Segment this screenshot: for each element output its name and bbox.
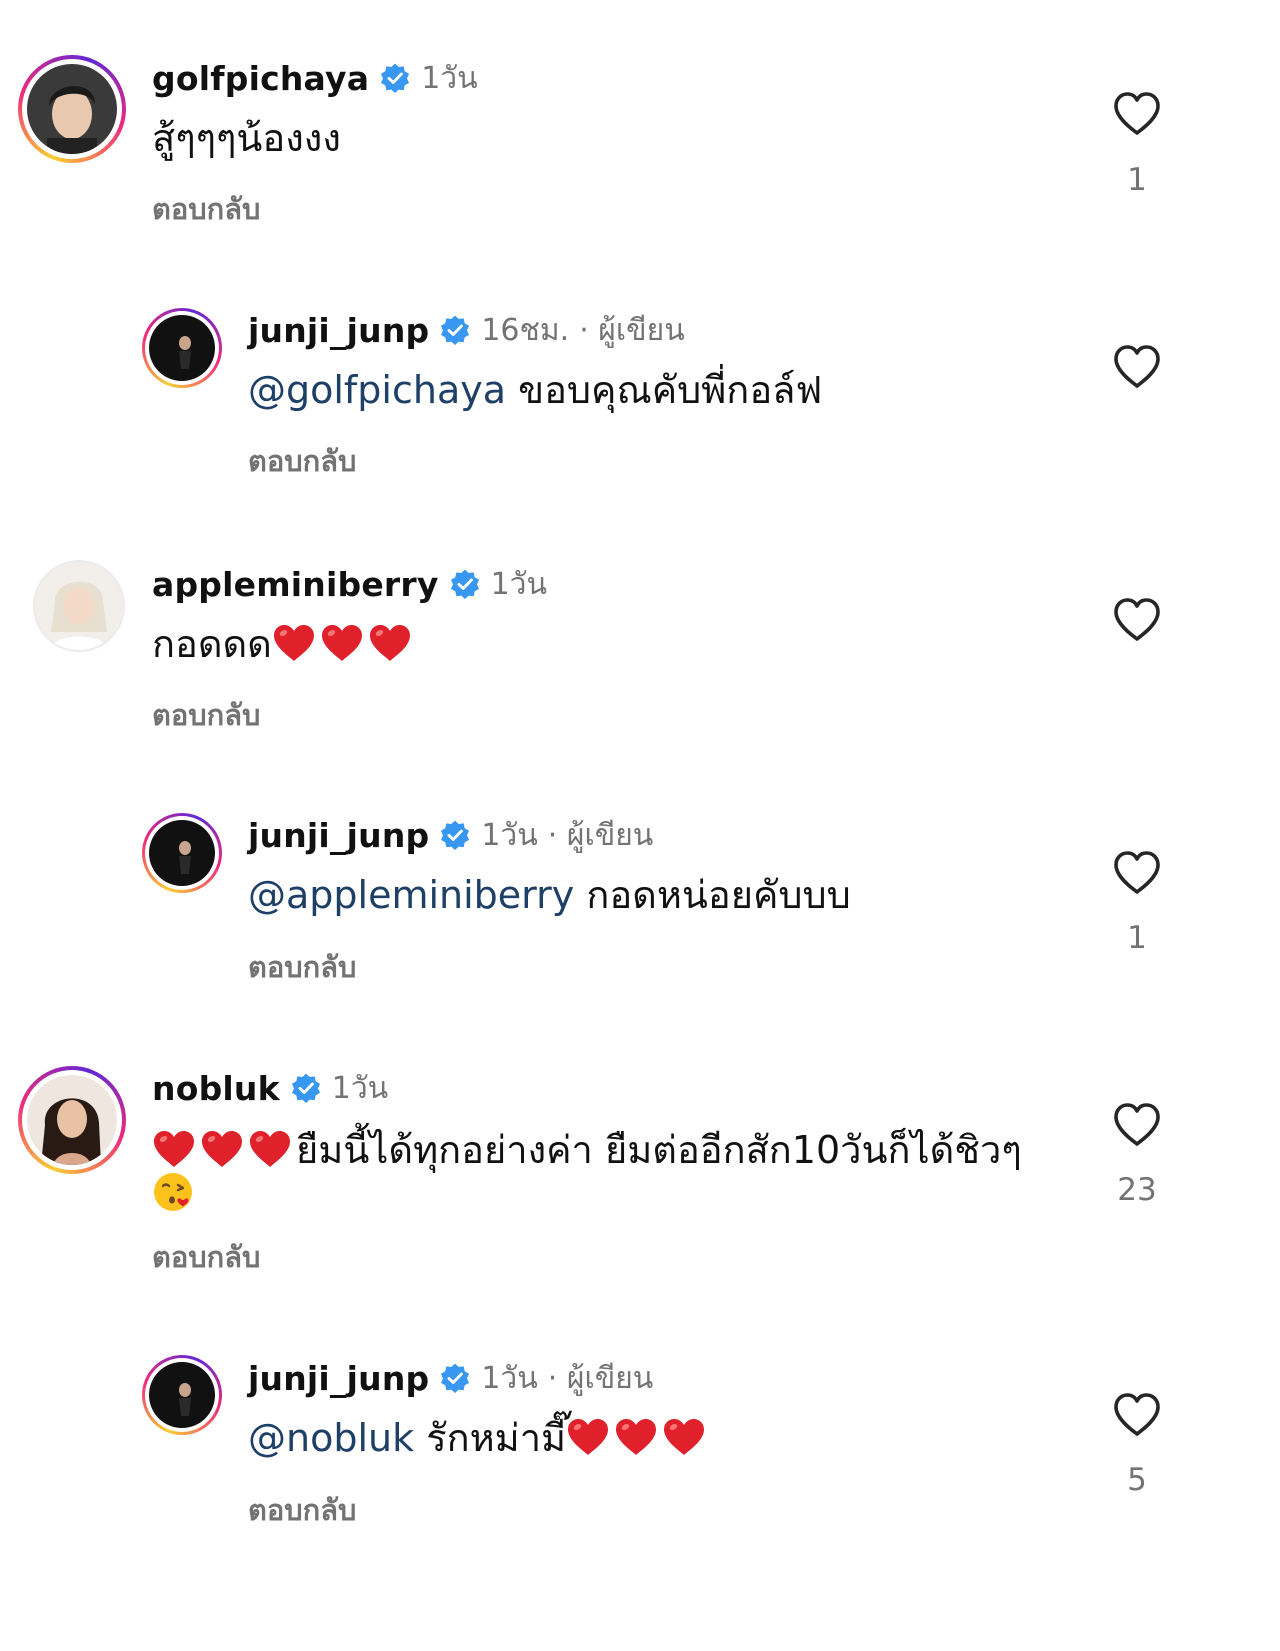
like-count: 23 bbox=[1117, 1172, 1157, 1208]
comment-time: 1วัน bbox=[490, 566, 548, 602]
avatar[interactable] bbox=[142, 813, 222, 893]
face-blowing-kiss-emoji bbox=[152, 1171, 194, 1213]
comment-body: กอดดด bbox=[152, 622, 272, 666]
like-count: 1 bbox=[1127, 162, 1147, 198]
verified-badge-icon bbox=[379, 62, 411, 94]
comment-text: @golfpichaya ขอบคุณคับพี่กอล์ฟ bbox=[248, 362, 822, 418]
avatar[interactable] bbox=[142, 1355, 222, 1435]
comment-time: 1วัน bbox=[331, 1070, 389, 1106]
verified-badge-icon bbox=[439, 819, 471, 851]
verified-badge-icon bbox=[439, 314, 471, 346]
username[interactable]: appleminiberry bbox=[152, 565, 439, 604]
red-heart-emoji bbox=[662, 1417, 706, 1457]
red-heart-emoji bbox=[272, 623, 316, 663]
avatar[interactable] bbox=[18, 1066, 126, 1174]
comment-time: 1วัน bbox=[421, 60, 478, 96]
author-tag: · ผู้เขียน bbox=[547, 817, 654, 853]
comment-body: รักหม่ามี๊ bbox=[426, 1416, 567, 1460]
reply-button[interactable]: ตอบกลับ bbox=[248, 438, 356, 484]
red-heart-emoji bbox=[200, 1129, 244, 1169]
comment-body: สู้ๆๆๆน้องงง bbox=[152, 116, 341, 160]
username[interactable]: junji_junp bbox=[248, 1359, 429, 1398]
comment-text: @nobluk รักหม่ามี๊ bbox=[248, 1410, 710, 1466]
comment-text-continued bbox=[152, 1166, 194, 1222]
username[interactable]: golfpichaya bbox=[152, 59, 369, 98]
avatar[interactable] bbox=[33, 560, 125, 652]
username[interactable]: nobluk bbox=[152, 1069, 280, 1108]
mention-link[interactable]: @golfpichaya bbox=[248, 368, 506, 412]
verified-badge-icon bbox=[449, 568, 481, 600]
avatar[interactable] bbox=[18, 55, 126, 163]
mention-link[interactable]: @appleminiberry bbox=[248, 873, 574, 917]
comment-time: 16ชม. bbox=[481, 312, 570, 348]
heart-outline-icon[interactable] bbox=[1112, 596, 1162, 644]
red-heart-emoji bbox=[320, 623, 364, 663]
comment-body: ยืมนี้ได้ทุกอย่างค่า ยืมต่ออีกสัก10วันก็… bbox=[296, 1128, 1022, 1172]
comment-time: 1วัน bbox=[481, 817, 538, 853]
avatar[interactable] bbox=[142, 308, 222, 388]
comment-text: @appleminiberry กอดหน่อยคับบบ bbox=[248, 867, 851, 923]
author-tag: · ผู้เขียน bbox=[547, 1360, 654, 1396]
author-tag: · ผู้เขียน bbox=[579, 312, 685, 348]
red-heart-emoji bbox=[248, 1129, 292, 1169]
reply-button[interactable]: ตอบกลับ bbox=[248, 944, 356, 990]
comment-text: กอดดด bbox=[152, 616, 416, 672]
verified-badge-icon bbox=[439, 1362, 471, 1394]
comment-time: 1วัน bbox=[481, 1360, 538, 1396]
username[interactable]: junji_junp bbox=[248, 816, 429, 855]
like-count: 1 bbox=[1127, 920, 1147, 956]
heart-outline-icon[interactable] bbox=[1112, 849, 1162, 897]
mention-link[interactable]: @nobluk bbox=[248, 1416, 414, 1460]
reply-button[interactable]: ตอบกลับ bbox=[152, 1234, 260, 1280]
comment-text: สู้ๆๆๆน้องงง bbox=[152, 110, 341, 166]
verified-badge-icon bbox=[290, 1072, 322, 1104]
like-count: 5 bbox=[1127, 1462, 1147, 1498]
heart-outline-icon[interactable] bbox=[1112, 343, 1162, 391]
red-heart-emoji bbox=[566, 1417, 610, 1457]
comment-body: ขอบคุณคับพี่กอล์ฟ bbox=[518, 368, 823, 412]
reply-button[interactable]: ตอบกลับ bbox=[152, 186, 260, 232]
reply-button[interactable]: ตอบกลับ bbox=[248, 1487, 356, 1533]
red-heart-emoji bbox=[368, 623, 412, 663]
red-heart-emoji bbox=[614, 1417, 658, 1457]
heart-outline-icon[interactable] bbox=[1112, 90, 1162, 138]
comment-body: กอดหน่อยคับบบ bbox=[586, 873, 851, 917]
reply-button[interactable]: ตอบกลับ bbox=[152, 692, 260, 738]
comment-text: ยืมนี้ได้ทุกอย่างค่า ยืมต่ออีกสัก10วันก็… bbox=[152, 1122, 1022, 1178]
username[interactable]: junji_junp bbox=[248, 311, 429, 350]
heart-outline-icon[interactable] bbox=[1112, 1391, 1162, 1439]
red-heart-emoji bbox=[152, 1129, 196, 1169]
heart-outline-icon[interactable] bbox=[1112, 1101, 1162, 1149]
